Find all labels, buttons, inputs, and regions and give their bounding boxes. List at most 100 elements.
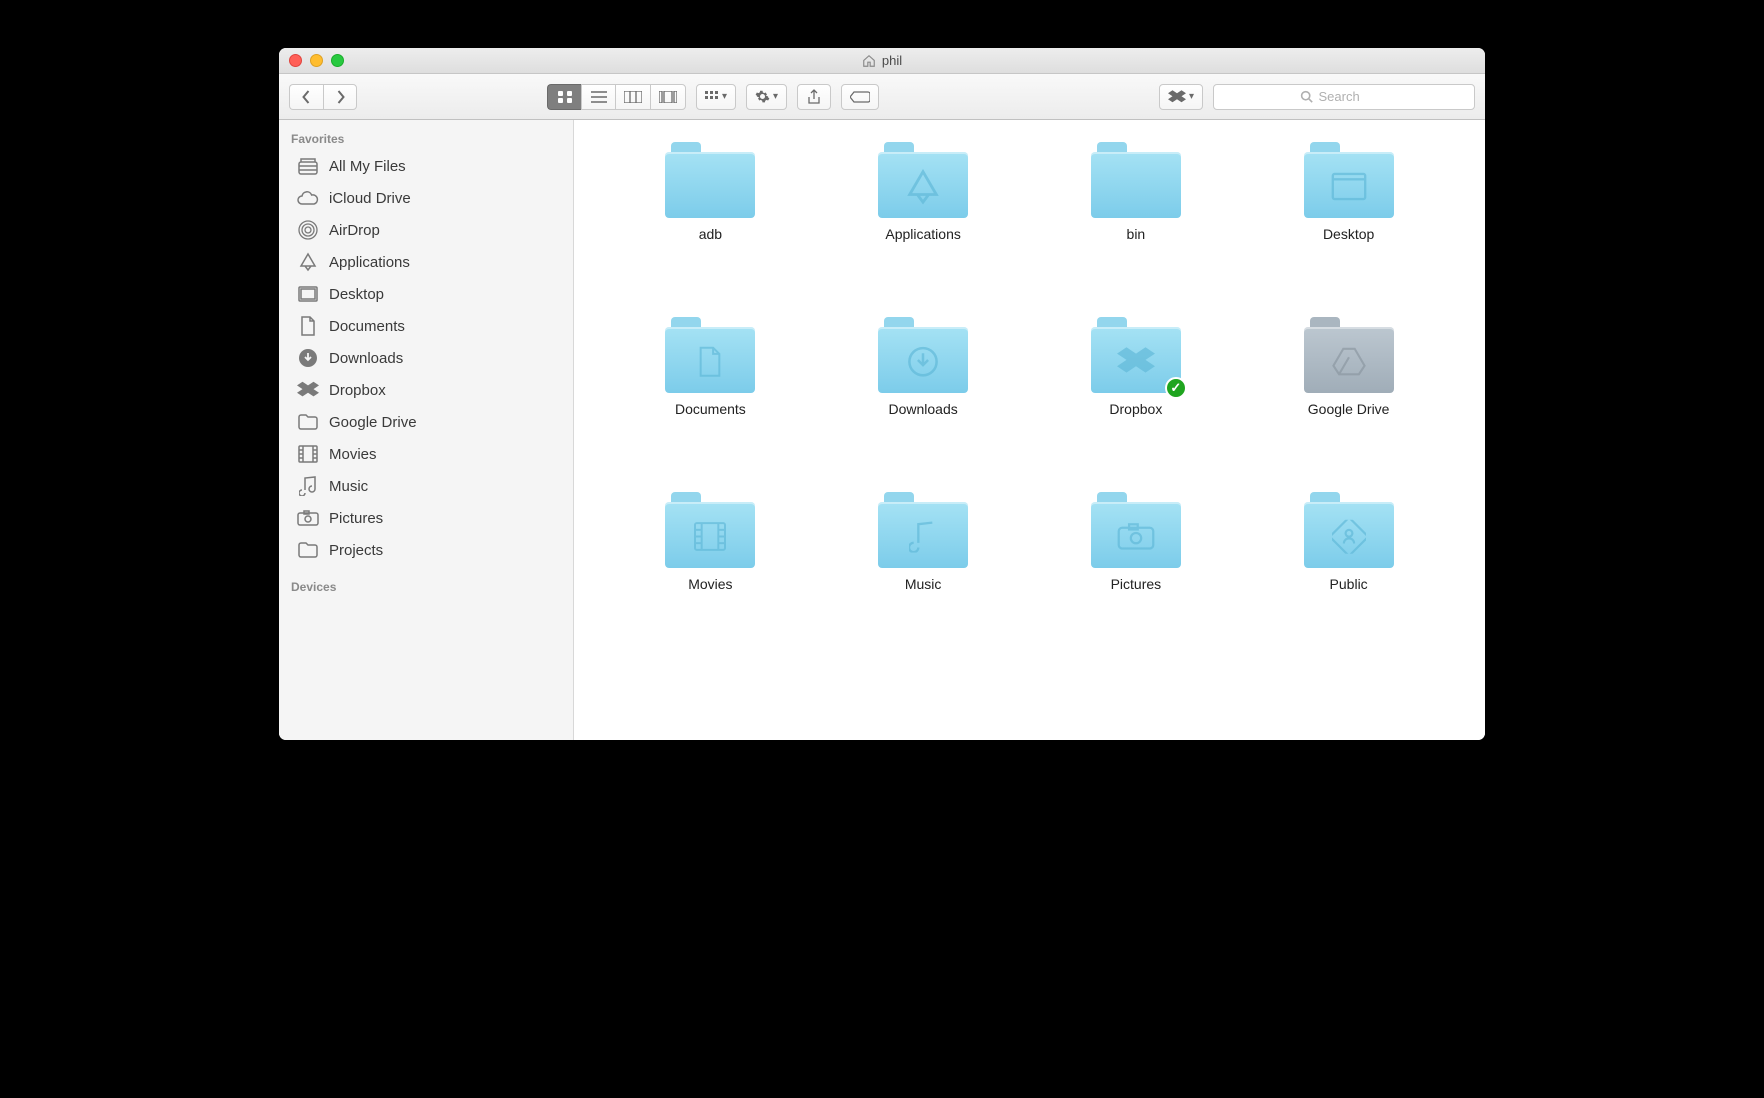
dropbox-toolbar-button[interactable]: ▾ <box>1159 84 1203 110</box>
back-button[interactable] <box>289 84 323 110</box>
sidebar-item-label: Google Drive <box>329 414 417 431</box>
folder-item-desktop[interactable]: Desktop <box>1242 142 1455 317</box>
sidebar-item-label: All My Files <box>329 158 406 175</box>
sidebar-item-music[interactable]: Music <box>279 470 573 502</box>
toolbar: ▾ ▾ ▾ <box>279 74 1485 120</box>
folder-icon <box>297 539 319 561</box>
sidebar-item-dropbox[interactable]: Dropbox <box>279 374 573 406</box>
folder-item-bin[interactable]: bin <box>1030 142 1243 317</box>
sidebar-item-label: Projects <box>329 542 383 559</box>
chevron-right-icon <box>335 90 346 104</box>
folder-icon <box>878 317 968 393</box>
list-view-button[interactable] <box>581 84 615 110</box>
sidebar-item-airdrop[interactable]: AirDrop <box>279 214 573 246</box>
applications-icon <box>297 251 319 273</box>
folder-icon <box>1091 142 1181 218</box>
content-grid: adb Applications bin Desktop <box>574 120 1485 740</box>
folder-item-google-drive[interactable]: Google Drive <box>1242 317 1455 492</box>
sidebar-item-label: Applications <box>329 254 410 271</box>
search-field[interactable] <box>1213 84 1475 110</box>
column-view-button[interactable] <box>615 84 650 110</box>
airdrop-icon <box>297 219 319 241</box>
sidebar-item-label: iCloud Drive <box>329 190 411 207</box>
folder-icon <box>665 317 755 393</box>
view-mode-group <box>547 84 686 110</box>
arrangement-button[interactable]: ▾ <box>696 84 736 110</box>
folder-item-pictures[interactable]: Pictures <box>1030 492 1243 667</box>
all-my-files-icon <box>297 155 319 177</box>
folder-item-downloads[interactable]: Downloads <box>817 317 1030 492</box>
folder-item-documents[interactable]: Documents <box>604 317 817 492</box>
folder-item-music[interactable]: Music <box>817 492 1030 667</box>
gear-icon <box>755 89 770 104</box>
icon-view-button[interactable] <box>547 84 581 110</box>
item-label: Downloads <box>888 401 957 417</box>
item-label: bin <box>1127 226 1146 242</box>
sync-ok-badge: ✓ <box>1165 377 1187 399</box>
item-label: Google Drive <box>1308 401 1390 417</box>
traffic-lights <box>289 54 344 67</box>
search-icon <box>1300 90 1313 103</box>
home-icon <box>862 54 876 68</box>
sidebar-item-applications[interactable]: Applications <box>279 246 573 278</box>
folder-item-public[interactable]: Public <box>1242 492 1455 667</box>
folder-icon <box>878 142 968 218</box>
zoom-button[interactable] <box>331 54 344 67</box>
sidebar-item-label: Movies <box>329 446 377 463</box>
sidebar-item-label: AirDrop <box>329 222 380 239</box>
sidebar-item-desktop[interactable]: Desktop <box>279 278 573 310</box>
action-button[interactable]: ▾ <box>746 84 787 110</box>
tag-icon <box>850 91 870 103</box>
share-button[interactable] <box>797 84 831 110</box>
window-body: Favorites All My Files iCloud Drive AirD… <box>279 120 1485 740</box>
sidebar-item-projects[interactable]: Projects <box>279 534 573 566</box>
folder-icon <box>1091 492 1181 568</box>
item-label: Documents <box>675 401 746 417</box>
folder-icon <box>878 492 968 568</box>
folder-item-adb[interactable]: adb <box>604 142 817 317</box>
sidebar-item-downloads[interactable]: Downloads <box>279 342 573 374</box>
cloud-icon <box>297 187 319 209</box>
chevron-down-icon: ▾ <box>1189 91 1194 102</box>
sidebar-item-icloud-drive[interactable]: iCloud Drive <box>279 182 573 214</box>
grid-icon <box>557 90 573 104</box>
folder-item-dropbox[interactable]: ✓ Dropbox <box>1030 317 1243 492</box>
minimize-button[interactable] <box>310 54 323 67</box>
coverflow-icon <box>659 91 677 103</box>
sidebar-item-documents[interactable]: Documents <box>279 310 573 342</box>
item-label: Dropbox <box>1109 401 1162 417</box>
desktop-glyph-icon <box>1331 172 1367 202</box>
item-label: Desktop <box>1323 226 1374 242</box>
desktop-icon <box>297 283 319 305</box>
downloads-icon <box>297 347 319 369</box>
folder-item-movies[interactable]: Movies <box>604 492 817 667</box>
sidebar-item-label: Downloads <box>329 350 403 367</box>
chevron-down-icon: ▾ <box>722 91 727 102</box>
coverflow-view-button[interactable] <box>650 84 686 110</box>
pictures-glyph-icon <box>1117 522 1155 550</box>
sidebar-header-devices: Devices <box>279 576 573 598</box>
sidebar-item-pictures[interactable]: Pictures <box>279 502 573 534</box>
sidebar-item-label: Desktop <box>329 286 384 303</box>
folder-icon <box>1304 317 1394 393</box>
close-button[interactable] <box>289 54 302 67</box>
finder-window: phil <box>279 48 1485 740</box>
folder-icon <box>665 142 755 218</box>
forward-button[interactable] <box>323 84 357 110</box>
window-title: phil <box>862 53 902 68</box>
folder-icon: ✓ <box>1091 317 1181 393</box>
folder-icon <box>1304 142 1394 218</box>
tags-button[interactable] <box>841 84 879 110</box>
sidebar-item-google-drive[interactable]: Google Drive <box>279 406 573 438</box>
folder-icon <box>1304 492 1394 568</box>
music-glyph-icon <box>909 521 937 553</box>
folder-item-applications[interactable]: Applications <box>817 142 1030 317</box>
app-glyph-icon <box>904 168 942 206</box>
download-glyph-icon <box>906 345 940 379</box>
grid-dropdown-icon <box>705 91 719 103</box>
search-input[interactable] <box>1319 89 1389 104</box>
sidebar-item-movies[interactable]: Movies <box>279 438 573 470</box>
chevron-down-icon: ▾ <box>773 91 778 102</box>
drive-glyph-icon <box>1332 347 1366 377</box>
sidebar-item-all-my-files[interactable]: All My Files <box>279 150 573 182</box>
